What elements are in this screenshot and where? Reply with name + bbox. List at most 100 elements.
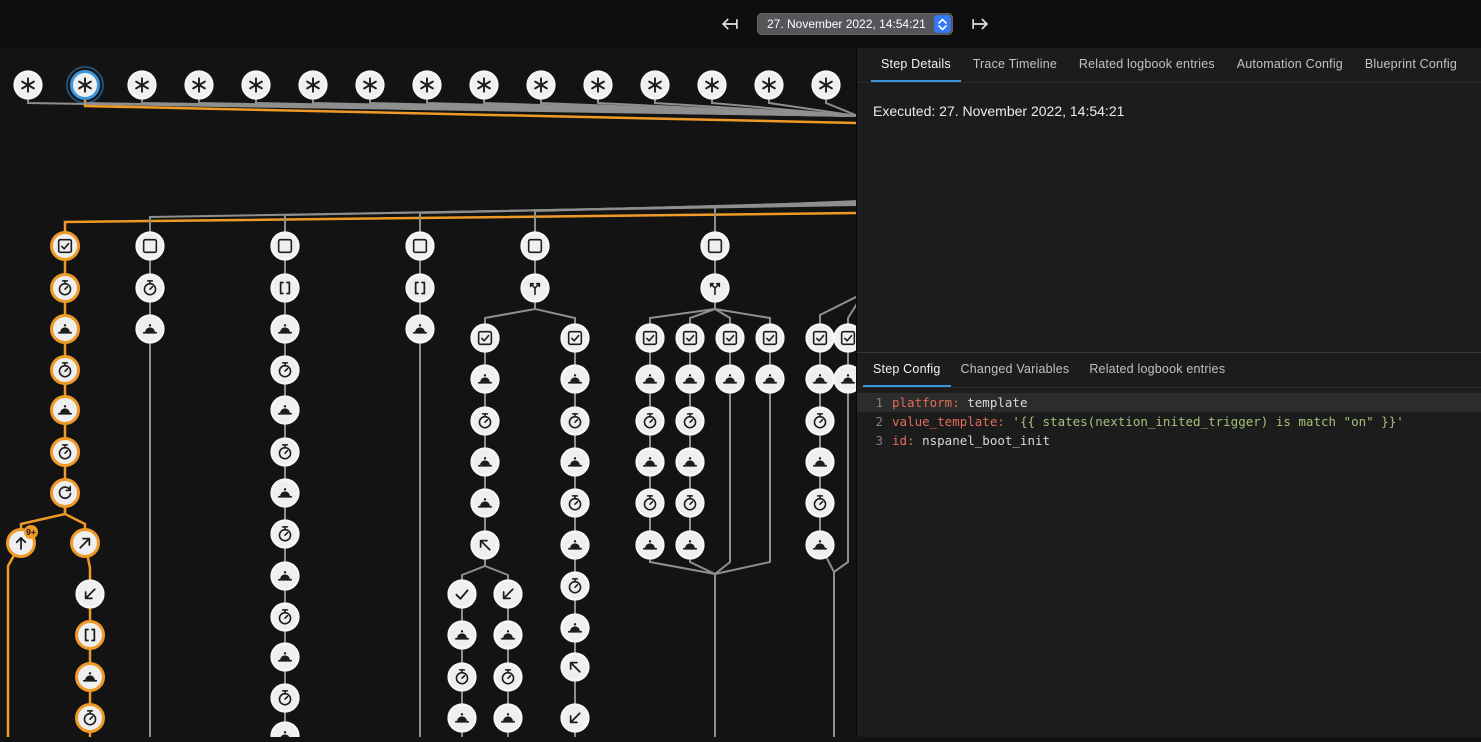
graph-node-service[interactable] [272, 480, 299, 507]
graph-node-service[interactable] [77, 664, 104, 691]
graph-node-checkbox-blank[interactable] [407, 233, 434, 260]
graph-node-arrow-up[interactable]: 9+ [8, 525, 39, 557]
graph-node-timer[interactable] [807, 408, 834, 435]
tab-related-logbook-entries[interactable]: Related logbook entries [1069, 48, 1225, 82]
graph-node-service[interactable] [562, 366, 589, 393]
graph-node-brackets[interactable] [407, 275, 434, 302]
graph-node-asterisk[interactable] [243, 72, 270, 99]
graph-node-service[interactable] [449, 622, 476, 649]
graph-node-asterisk[interactable] [699, 72, 726, 99]
graph-node-asterisk[interactable] [414, 72, 441, 99]
tab-step-config[interactable]: Step Config [863, 353, 951, 387]
graph-node-timer[interactable] [677, 408, 704, 435]
graph-node-service[interactable] [272, 644, 299, 671]
graph-node-service[interactable] [472, 449, 499, 476]
graph-node-checkbox-marked[interactable] [472, 325, 499, 352]
graph-node-timer[interactable] [272, 357, 299, 384]
graph-node-checkbox-marked[interactable] [637, 325, 664, 352]
graph-node-checkbox-marked[interactable] [52, 233, 79, 260]
run-select[interactable]: 27. November 2022, 14:54:21 [757, 13, 953, 35]
graph-node-asterisk[interactable] [357, 72, 384, 99]
graph-node-service[interactable] [677, 366, 704, 393]
graph-node-service[interactable] [807, 449, 834, 476]
graph-node-timer[interactable] [272, 439, 299, 466]
graph-node-checkbox-blank[interactable] [137, 233, 164, 260]
graph-node-service[interactable] [807, 366, 834, 393]
graph-node-timer[interactable] [272, 521, 299, 548]
graph-node-timer[interactable] [77, 705, 104, 732]
graph-node-service[interactable] [717, 366, 744, 393]
graph-node-service[interactable] [272, 723, 299, 738]
graph-node-checkbox-marked[interactable] [835, 325, 857, 352]
graph-node-service[interactable] [677, 449, 704, 476]
graph-node-service[interactable] [272, 397, 299, 424]
graph-node-checkbox-blank[interactable] [272, 233, 299, 260]
graph-node-asterisk[interactable] [642, 72, 669, 99]
graph-node-service[interactable] [272, 563, 299, 590]
graph-node-service[interactable] [562, 615, 589, 642]
graph-node-service[interactable] [562, 449, 589, 476]
graph-node-service[interactable] [449, 705, 476, 732]
graph-node-asterisk[interactable] [813, 72, 840, 99]
graph-node-timer[interactable] [637, 490, 664, 517]
step-config-editor[interactable]: 1 platform: template 2 value_template: '… [857, 388, 1481, 455]
graph-node-service[interactable] [472, 366, 499, 393]
graph-node-brackets[interactable] [272, 275, 299, 302]
graph-node-service[interactable] [137, 316, 164, 343]
graph-node-timer[interactable] [272, 604, 299, 631]
graph-node-checkbox-blank[interactable] [702, 233, 729, 260]
graph-node-service[interactable] [807, 532, 834, 559]
graph-node-service[interactable] [472, 490, 499, 517]
graph-node-timer[interactable] [562, 408, 589, 435]
tab-step-details[interactable]: Step Details [871, 48, 961, 82]
tab-trace-timeline[interactable]: Trace Timeline [963, 48, 1067, 82]
graph-node-timer[interactable] [807, 490, 834, 517]
graph-node-arrow-up-right[interactable] [72, 530, 99, 557]
next-run-button[interactable] [966, 10, 994, 38]
graph-node-service[interactable] [495, 622, 522, 649]
graph-node-asterisk[interactable] [585, 72, 612, 99]
graph-node-arrow-up-left[interactable] [562, 654, 589, 681]
graph-node-asterisk[interactable] [300, 72, 327, 99]
graph-node-timer[interactable] [272, 685, 299, 712]
graph-node-timer[interactable] [449, 664, 476, 691]
graph-node-service[interactable] [637, 449, 664, 476]
graph-node-check[interactable] [449, 581, 476, 608]
tab-automation-config[interactable]: Automation Config [1227, 48, 1353, 82]
graph-node-brackets[interactable] [77, 622, 104, 649]
graph-node-service[interactable] [495, 705, 522, 732]
graph-node-timer[interactable] [137, 275, 164, 302]
graph-node-arrow-down-left[interactable] [562, 705, 589, 732]
graph-node-arrow-down-left[interactable] [495, 581, 522, 608]
previous-run-button[interactable] [716, 10, 744, 38]
graph-node-timer[interactable] [52, 357, 79, 384]
graph-node-asterisk[interactable] [15, 72, 42, 99]
graph-node-service[interactable] [835, 366, 857, 393]
graph-node-asterisk[interactable] [528, 72, 555, 99]
graph-node-timer[interactable] [637, 408, 664, 435]
graph-node-service[interactable] [562, 532, 589, 559]
graph-node-timer[interactable] [562, 573, 589, 600]
graph-node-checkbox-marked[interactable] [757, 325, 784, 352]
graph-node-checkbox-marked[interactable] [677, 325, 704, 352]
graph-node-service[interactable] [272, 316, 299, 343]
graph-node-service[interactable] [407, 316, 434, 343]
graph-node-asterisk[interactable] [67, 67, 103, 103]
graph-node-arrow-down-left[interactable] [77, 581, 104, 608]
graph-node-arrow-up-left[interactable] [472, 532, 499, 559]
graph-node-timer[interactable] [472, 408, 499, 435]
tab-changed-variables[interactable]: Changed Variables [951, 353, 1080, 387]
graph-node-timer[interactable] [677, 490, 704, 517]
graph-node-repeat[interactable] [52, 480, 79, 507]
graph-node-service[interactable] [637, 366, 664, 393]
graph-node-service[interactable] [677, 532, 704, 559]
tab-related-logbook-entries-2[interactable]: Related logbook entries [1079, 353, 1235, 387]
graph-node-timer[interactable] [52, 275, 79, 302]
graph-node-split[interactable] [702, 275, 729, 302]
graph-node-checkbox-marked[interactable] [807, 325, 834, 352]
graph-node-checkbox-marked[interactable] [562, 325, 589, 352]
graph-node-asterisk[interactable] [129, 72, 156, 99]
graph-node-asterisk[interactable] [471, 72, 498, 99]
graph-node-service[interactable] [52, 316, 79, 343]
graph-node-checkbox-blank[interactable] [522, 233, 549, 260]
